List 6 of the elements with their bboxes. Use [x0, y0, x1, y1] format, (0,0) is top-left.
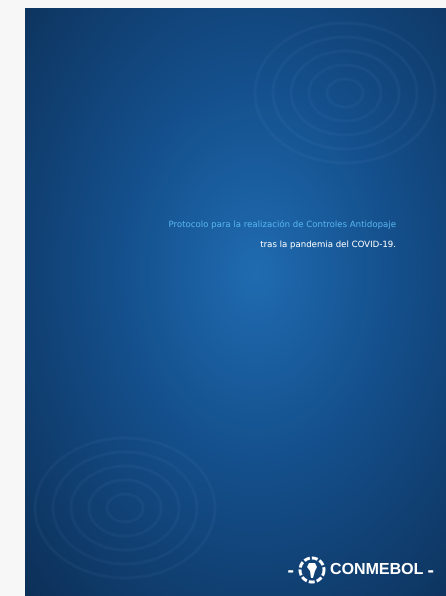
document-subtitle: tras la pandemia del COVID-19.	[260, 240, 396, 250]
logo-dash: -	[287, 560, 294, 580]
document-title: Protocolo para la realización de Controles Antidopaje	[168, 220, 396, 230]
globe-ball-icon	[298, 556, 326, 584]
logo-dash: -	[427, 560, 434, 580]
logo-wordmark: CONMEBOL	[330, 561, 424, 579]
